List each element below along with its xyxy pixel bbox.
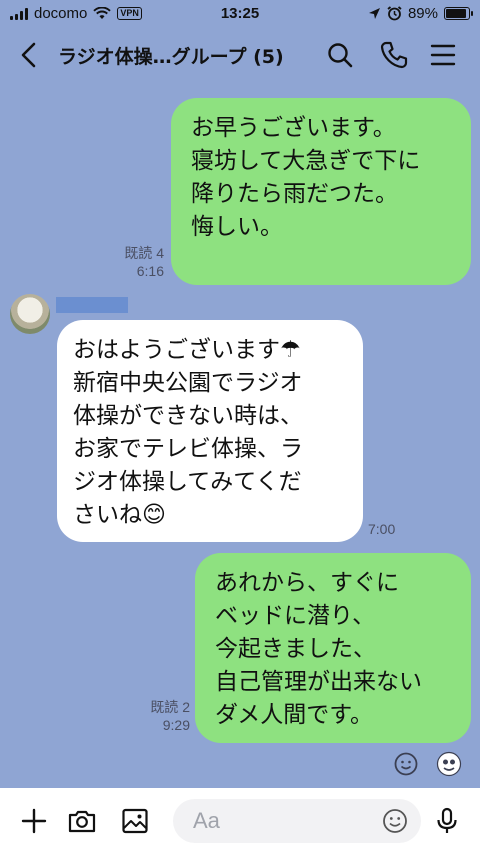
emoji-icon[interactable] xyxy=(393,751,419,777)
menu-icon[interactable] xyxy=(427,39,459,71)
member-avatar-icon[interactable] xyxy=(436,751,462,777)
plus-icon[interactable] xyxy=(19,806,49,836)
emoji-icon[interactable] xyxy=(381,807,409,835)
read-receipt: 既読 2 xyxy=(150,699,190,715)
status-bar: docomo VPN 13:25 89% xyxy=(0,0,480,30)
message-meta: 既読 2 9:29 xyxy=(126,698,190,734)
camera-icon[interactable] xyxy=(67,806,97,836)
input-bar: Aa xyxy=(0,788,480,854)
phone-icon[interactable] xyxy=(378,39,410,71)
image-icon[interactable] xyxy=(120,806,150,836)
message-time: 9:29 xyxy=(162,717,190,733)
battery-icon xyxy=(444,7,473,20)
message-bubble-outgoing[interactable]: あれから、すぐに ベッドに潜り、 今起きました、 自己管理が出来ない ダメ人間で… xyxy=(195,553,471,743)
battery-percent: 89% xyxy=(407,5,438,22)
message-meta: 既読 4 6:16 xyxy=(100,244,164,280)
chevron-left-icon[interactable] xyxy=(14,38,44,72)
chat-header: ラジオ体操…グループ (5) xyxy=(0,30,480,80)
sender-name-redacted xyxy=(56,297,128,313)
search-icon[interactable] xyxy=(324,39,356,71)
status-right: 89% xyxy=(368,5,473,22)
microphone-icon[interactable] xyxy=(432,806,462,836)
read-receipt: 既読 4 xyxy=(124,245,164,261)
message-input-placeholder: Aa xyxy=(193,808,220,833)
battery-fill xyxy=(446,9,466,18)
message-bubble-outgoing[interactable]: お早うございます。 寝坊して大急ぎで下に 降りたら雨だつた。 悔しい。 xyxy=(171,98,471,285)
chat-title[interactable]: ラジオ体操…グループ (5) xyxy=(58,42,284,69)
location-icon xyxy=(368,8,380,19)
message-bubble-incoming[interactable]: おはようございます☂ 新宿中央公園でラジオ 体操ができない時は、 お家でテレビ体… xyxy=(57,320,363,542)
message-input[interactable]: Aa xyxy=(173,799,421,843)
message-time: 6:16 xyxy=(136,263,164,279)
alarm-icon xyxy=(387,6,402,21)
message-time: 7:00 xyxy=(368,521,396,537)
avatar[interactable] xyxy=(10,294,50,334)
